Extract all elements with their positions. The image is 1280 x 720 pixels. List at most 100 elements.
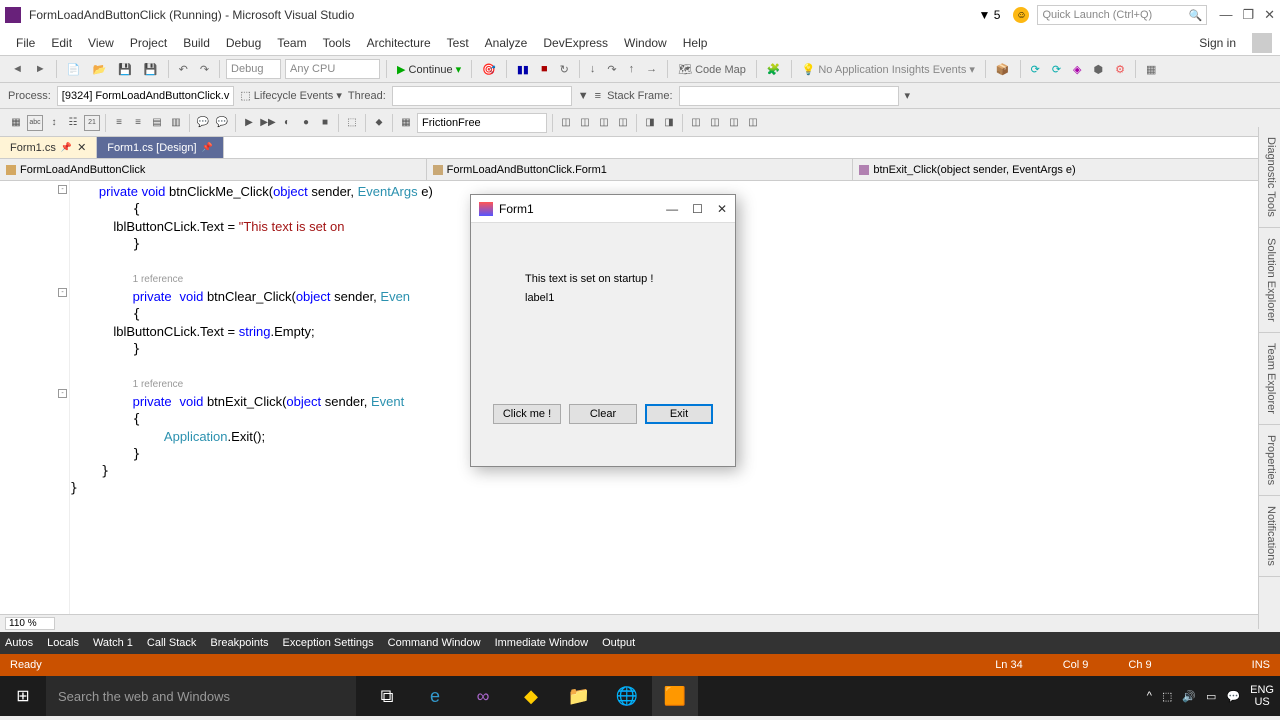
bottomtab-autos[interactable]: Autos bbox=[5, 637, 33, 649]
thread-dropdown[interactable] bbox=[392, 86, 572, 106]
nav-back-icon[interactable]: ◄ bbox=[8, 61, 27, 77]
tb3-icon[interactable]: ◫ bbox=[726, 115, 742, 131]
overflow-icon[interactable]: ▾ bbox=[905, 89, 911, 102]
tb3-icon[interactable]: ◫ bbox=[596, 115, 612, 131]
namespace-dropdown[interactable]: FormLoadAndButtonClick bbox=[0, 159, 427, 180]
menu-file[interactable]: File bbox=[8, 36, 43, 50]
sidetab-properties[interactable]: Properties bbox=[1259, 425, 1280, 496]
tb3-icon[interactable]: ◨ bbox=[642, 115, 658, 131]
vs-icon[interactable]: ∞ bbox=[460, 676, 506, 716]
menu-edit[interactable]: Edit bbox=[43, 36, 80, 50]
quick-launch-input[interactable]: Quick Launch (Ctrl+Q) 🔍 bbox=[1037, 5, 1207, 25]
filter2-icon[interactable]: ≡ bbox=[595, 90, 601, 102]
tb3-icon[interactable]: ▦ bbox=[8, 115, 24, 131]
tb3-icon[interactable]: ◫ bbox=[558, 115, 574, 131]
tb3-icon[interactable]: ☷ bbox=[65, 115, 81, 131]
menu-view[interactable]: View bbox=[80, 36, 122, 50]
windows-search-input[interactable]: Search the web and Windows bbox=[46, 676, 356, 716]
new-file-icon[interactable]: 📄 bbox=[63, 61, 85, 78]
chrome-icon[interactable]: 🌐 bbox=[604, 676, 650, 716]
sidetab-team-explorer[interactable]: Team Explorer bbox=[1259, 333, 1280, 425]
tray-vol-icon[interactable]: 🔊 bbox=[1182, 690, 1196, 703]
sign-in-link[interactable]: Sign in bbox=[1191, 36, 1244, 50]
run-all-icon[interactable]: ▶▶ bbox=[260, 115, 276, 131]
tray-up-icon[interactable]: ^ bbox=[1147, 690, 1152, 702]
tb3-icon[interactable]: ↕ bbox=[46, 115, 62, 131]
save-all-icon[interactable]: 💾 bbox=[140, 61, 162, 78]
menu-help[interactable]: Help bbox=[675, 36, 716, 50]
bottomtab-callstack[interactable]: Call Stack bbox=[147, 637, 197, 649]
tb3-icon[interactable]: 💬 bbox=[195, 115, 211, 131]
process-dropdown[interactable]: [9324] FormLoadAndButtonClick.v bbox=[57, 86, 235, 106]
step-icon[interactable]: → bbox=[642, 61, 661, 77]
method-dropdown[interactable]: btnExit_Click(object sender, EventArgs e… bbox=[853, 159, 1280, 180]
tool-icon[interactable]: 🎯 bbox=[478, 61, 500, 78]
exit-button[interactable]: Exit bbox=[645, 404, 713, 424]
collapse-icon[interactable]: - bbox=[58, 288, 67, 297]
app-icon[interactable]: ◆ bbox=[508, 676, 554, 716]
menu-window[interactable]: Window bbox=[616, 36, 675, 50]
tb3-icon[interactable]: ≡ bbox=[130, 115, 146, 131]
notification-flag-icon[interactable]: ▼ 5 bbox=[979, 8, 1001, 22]
step-into-icon[interactable]: ↓ bbox=[586, 61, 600, 77]
tb3-icon[interactable]: ◫ bbox=[688, 115, 704, 131]
bottomtab-exception-settings[interactable]: Exception Settings bbox=[283, 637, 374, 649]
tb3-icon[interactable]: ◐ bbox=[279, 115, 295, 131]
tb3-icon[interactable]: ◫ bbox=[707, 115, 723, 131]
bottomtab-breakpoints[interactable]: Breakpoints bbox=[210, 637, 268, 649]
pin-icon[interactable]: 📌 bbox=[202, 142, 213, 153]
click-me-button[interactable]: Click me ! bbox=[493, 404, 561, 424]
menu-build[interactable]: Build bbox=[175, 36, 218, 50]
tb3-icon[interactable]: abc bbox=[27, 115, 43, 131]
friction-dropdown[interactable]: FrictionFree bbox=[417, 113, 547, 133]
tb3-icon[interactable]: 💬 bbox=[214, 115, 230, 131]
menu-tools[interactable]: Tools bbox=[315, 36, 359, 50]
tb3-icon[interactable]: ● bbox=[298, 115, 314, 131]
tab-form1-design[interactable]: Form1.cs [Design] 📌 bbox=[97, 137, 223, 158]
tb3-icon[interactable]: ≡ bbox=[111, 115, 127, 131]
tb3-icon[interactable]: ⬥ bbox=[371, 115, 387, 131]
tb3-icon[interactable]: ◫ bbox=[615, 115, 631, 131]
continue-button[interactable]: ▶ Continue ▾ bbox=[393, 61, 465, 78]
menu-architecture[interactable]: Architecture bbox=[359, 36, 439, 50]
sidetab-notifications[interactable]: Notifications bbox=[1259, 496, 1280, 577]
ext-icon-1[interactable]: 📦 bbox=[992, 61, 1014, 78]
stop-icon[interactable]: ■ bbox=[537, 61, 552, 77]
step-out-icon[interactable]: ↑ bbox=[625, 61, 639, 77]
zoom-input[interactable]: 110 % bbox=[5, 617, 55, 630]
tb3-icon[interactable]: ⬚ bbox=[344, 115, 360, 131]
sidetab-diagnostic-tools[interactable]: Diagnostic Tools bbox=[1259, 127, 1280, 228]
tb3-icon[interactable]: ◨ bbox=[661, 115, 677, 131]
menu-project[interactable]: Project bbox=[122, 36, 175, 50]
pin-icon[interactable]: 📌 bbox=[61, 142, 72, 153]
start-button[interactable]: ⊞ bbox=[0, 676, 46, 716]
form-close-button[interactable]: ✕ bbox=[717, 202, 727, 216]
filter-icon[interactable]: ▼ bbox=[578, 90, 589, 102]
tab-form1-cs[interactable]: Form1.cs 📌 ✕ bbox=[0, 137, 97, 158]
bottomtab-command-window[interactable]: Command Window bbox=[388, 637, 481, 649]
tray-lang[interactable]: ENGUS bbox=[1250, 684, 1274, 708]
sidetab-solution-explorer[interactable]: Solution Explorer bbox=[1259, 228, 1280, 333]
ext-icon-6[interactable]: ⚙ bbox=[1111, 61, 1129, 78]
running-app-icon[interactable]: 🟧 bbox=[652, 676, 698, 716]
bottomtab-output[interactable]: Output bbox=[602, 637, 635, 649]
restart-icon[interactable]: ↻ bbox=[556, 61, 573, 78]
lifecycle-button[interactable]: ⬚ Lifecycle Events ▾ bbox=[240, 89, 342, 102]
clear-button[interactable]: Clear bbox=[569, 404, 637, 424]
ext-icon-2[interactable]: ⟳ bbox=[1027, 61, 1044, 78]
attach-icon[interactable]: 🧩 bbox=[763, 61, 785, 78]
insights-dropdown[interactable]: 💡 No Application Insights Events ▾ bbox=[798, 61, 979, 78]
ext-icon-4[interactable]: ◈ bbox=[1069, 61, 1085, 78]
tb3-icon[interactable]: ◫ bbox=[745, 115, 761, 131]
close-button[interactable]: ✕ bbox=[1264, 7, 1275, 23]
run-icon[interactable]: ▶ bbox=[241, 115, 257, 131]
tray-bat-icon[interactable]: ▭ bbox=[1206, 690, 1216, 703]
bottomtab-locals[interactable]: Locals bbox=[47, 637, 79, 649]
undo-icon[interactable]: ↶ bbox=[175, 61, 192, 78]
bottomtab-immediate-window[interactable]: Immediate Window bbox=[495, 637, 589, 649]
stackframe-dropdown[interactable] bbox=[679, 86, 899, 106]
menu-analyze[interactable]: Analyze bbox=[477, 36, 536, 50]
redo-icon[interactable]: ↷ bbox=[196, 61, 213, 78]
bottomtab-watch1[interactable]: Watch 1 bbox=[93, 637, 133, 649]
explorer-icon[interactable]: 📁 bbox=[556, 676, 602, 716]
